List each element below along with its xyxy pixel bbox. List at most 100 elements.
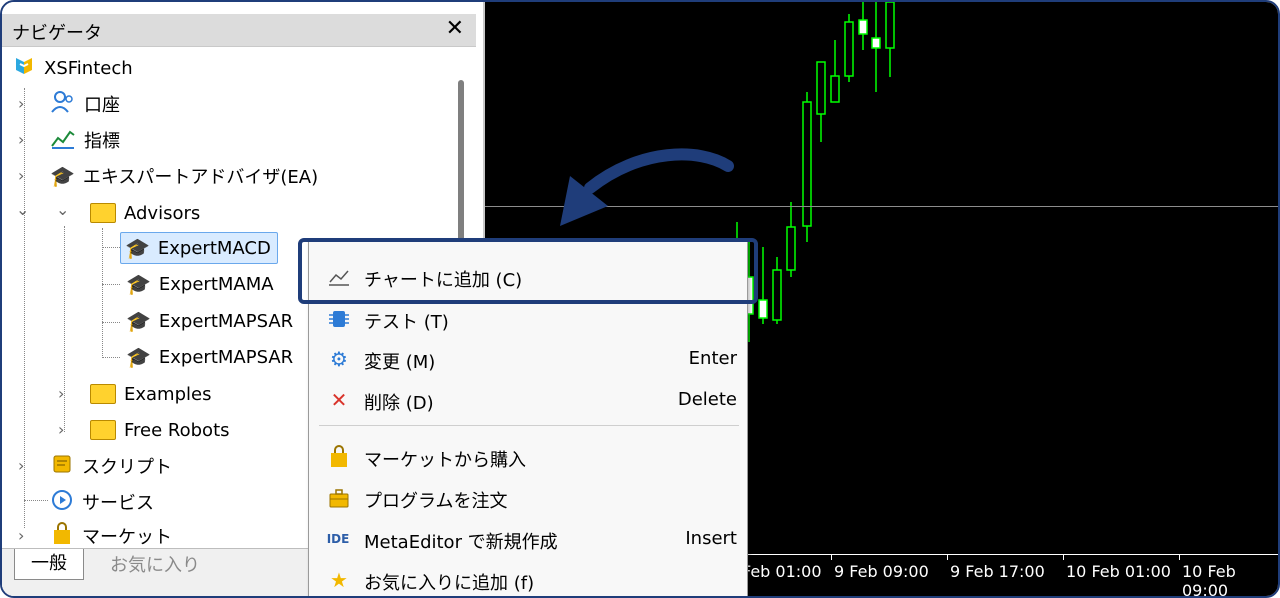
annotation-arrow: [560, 148, 734, 226]
time-axis-tick: [1063, 554, 1064, 560]
account-icon: [50, 90, 76, 119]
tree-item-examples[interactable]: Examples: [90, 378, 211, 410]
candle-body: [786, 226, 796, 271]
chevron-right-icon[interactable]: ›: [18, 130, 24, 149]
delete-x-icon: ✕: [330, 388, 348, 412]
time-axis-tick: [1179, 554, 1180, 560]
tree-item-expert-mama[interactable]: 🎓 ExpertMAMA: [126, 268, 274, 300]
menu-item-label: 変更 (M): [364, 352, 436, 373]
tree-root-label: XSFintech: [44, 57, 133, 79]
menu-separator: [319, 425, 739, 426]
chevron-right-icon[interactable]: ›: [18, 94, 24, 113]
tree-item-expert-mapsar[interactable]: 🎓 ExpertMAPSAR: [126, 305, 293, 337]
highlight-box: [298, 238, 758, 304]
chevron-down-icon[interactable]: ⌄: [16, 200, 29, 219]
menu-item-label: マーケットから購入: [364, 450, 526, 471]
star-icon: ★: [330, 568, 348, 592]
time-axis-label: 10 Feb 01:00: [1066, 562, 1171, 581]
candle-body: [772, 269, 782, 321]
ide-icon: IDE: [326, 532, 350, 546]
briefcase-icon: [327, 486, 351, 510]
candle-body: [830, 75, 840, 103]
gear-icon: ⚙: [330, 347, 348, 371]
menu-item-add-favorites[interactable]: ★ お気に入りに追加 (f): [309, 560, 747, 596]
tree-item-label: Free Robots: [124, 419, 230, 441]
graduation-cap-icon: 🎓: [126, 272, 151, 296]
tree-root[interactable]: XSFintech: [12, 52, 133, 84]
chevron-down-icon[interactable]: ⌄: [56, 200, 69, 219]
tree-item-indicators[interactable]: 指標: [50, 124, 120, 156]
folder-icon: [90, 203, 116, 223]
chip-icon: [327, 307, 351, 331]
chevron-right-icon[interactable]: ›: [58, 420, 64, 439]
candle-body: [758, 299, 768, 319]
tree-item-free-robots[interactable]: Free Robots: [90, 414, 230, 446]
tree-item-expert-macd[interactable]: 🎓 ExpertMACD: [120, 232, 278, 264]
chevron-right-icon[interactable]: ›: [18, 166, 24, 185]
menu-item-label: MetaEditor で新規作成: [364, 532, 558, 553]
tab-favorites[interactable]: お気に入り: [110, 551, 200, 577]
tree-guide: [102, 247, 120, 248]
tree-item-expert-mapsar-2[interactable]: 🎓 ExpertMAPSAR: [126, 341, 293, 373]
time-axis-label: 9 Feb 09:00: [834, 562, 929, 581]
menu-item-delete[interactable]: ✕ 削除 (D) Delete: [309, 380, 747, 420]
candle-body: [844, 21, 854, 77]
shopping-bag-icon: [327, 445, 351, 469]
tree-item-label: サービス: [82, 493, 154, 514]
tree-item-label: スクリプト: [82, 457, 172, 478]
tree-item-label: ExpertMAPSAR: [158, 310, 294, 332]
menu-item-test[interactable]: テスト (T): [309, 299, 747, 339]
graduation-cap-icon: 🎓: [126, 345, 151, 369]
xsfintech-logo-icon: [12, 54, 36, 83]
candle-body: [858, 19, 868, 35]
services-icon: [50, 488, 74, 517]
tree-item-label: Examples: [124, 383, 212, 405]
indicators-icon: [50, 126, 76, 155]
tree-item-services[interactable]: サービス: [50, 486, 154, 518]
tree-item-label: ExpertMACD: [157, 237, 271, 259]
menu-item-order-program[interactable]: プログラムを注文: [309, 478, 747, 518]
graduation-cap-icon: 🎓: [125, 236, 150, 260]
time-axis-label: Feb 01:00: [742, 562, 822, 581]
tree-item-label: マーケット: [82, 527, 172, 548]
navigator-title-bar: ナビゲータ ✕: [2, 14, 476, 47]
menu-item-shortcut: Insert: [685, 528, 737, 549]
chevron-right-icon[interactable]: ›: [58, 384, 64, 403]
tree-item-label: 口座: [84, 95, 120, 116]
tree-guide: [24, 500, 48, 501]
candle-body: [816, 61, 826, 115]
chevron-right-icon[interactable]: ›: [18, 526, 24, 545]
tree-guide: [102, 284, 120, 285]
tree-item-label: ExpertMAMA: [158, 273, 274, 295]
menu-item-label: お気に入りに追加 (f): [364, 573, 535, 594]
screenshot-frame: ナビゲータ ✕ XSFintech › 口座 › 指標 › 🎓 エキスパートアド…: [0, 0, 1280, 598]
time-axis-label: 9 Feb 17:00: [950, 562, 1045, 581]
tree-item-label: エキスパートアドバイザ(EA): [82, 167, 319, 188]
tree-guide: [102, 357, 120, 358]
tree-item-scripts[interactable]: スクリプト: [50, 450, 172, 482]
menu-item-modify[interactable]: ⚙ 変更 (M) Enter: [309, 339, 747, 379]
candle-body: [885, 2, 895, 49]
time-axis-label: 10 Feb 09:00: [1182, 562, 1236, 598]
tree-item-label: Advisors: [124, 202, 201, 224]
tab-general[interactable]: 一般: [14, 549, 84, 580]
menu-item-shortcut: Delete: [677, 389, 737, 410]
menu-item-label: 削除 (D): [364, 393, 434, 414]
time-axis-tick: [947, 554, 948, 560]
menu-item-buy-market[interactable]: マーケットから購入: [309, 437, 747, 477]
tree-item-advisors[interactable]: Advisors: [90, 197, 200, 229]
close-icon[interactable]: ✕: [446, 16, 464, 41]
candle-body: [802, 101, 812, 227]
script-scroll-icon: [50, 452, 74, 481]
menu-item-shortcut: Enter: [688, 348, 737, 369]
tree-item-experts[interactable]: 🎓 エキスパートアドバイザ(EA): [50, 160, 318, 192]
chevron-right-icon[interactable]: ›: [18, 456, 24, 475]
candle-body: [871, 37, 881, 49]
tree-item-account[interactable]: 口座: [50, 88, 120, 120]
tree-item-label: 指標: [84, 131, 120, 152]
menu-item-metaeditor[interactable]: IDE MetaEditor で新規作成 Insert: [309, 519, 747, 559]
navigator-title: ナビゲータ: [12, 23, 102, 44]
graduation-cap-icon: 🎓: [50, 164, 75, 188]
tree-item-label: ExpertMAPSAR: [158, 346, 294, 368]
menu-item-label: プログラムを注文: [364, 491, 508, 512]
